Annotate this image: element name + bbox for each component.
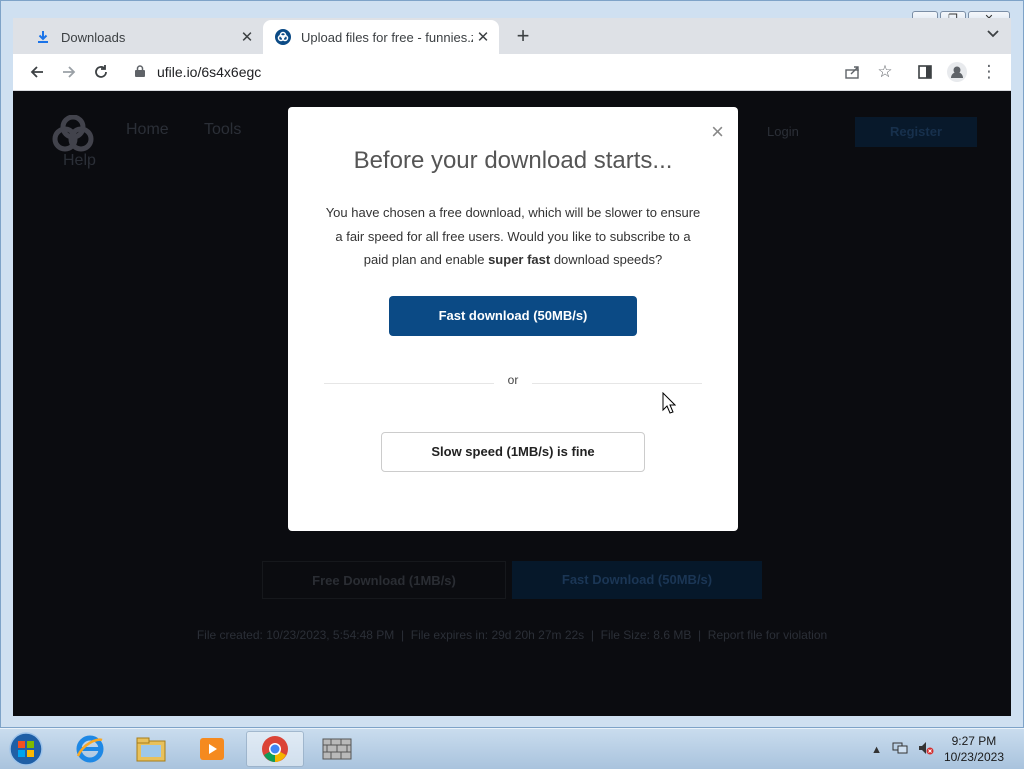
nav-tools[interactable]: Tools <box>204 121 241 139</box>
share-icon[interactable] <box>841 60 865 84</box>
fast-download-button[interactable]: Fast Download (50MB/s) <box>512 561 762 599</box>
free-download-button[interactable]: Free Download (1MB/s) <box>262 561 506 599</box>
network-icon[interactable] <box>892 741 908 758</box>
tab-downloads[interactable]: Downloads ✕ <box>23 20 263 54</box>
slow-download-button[interactable]: Slow speed (1MB/s) is fine <box>381 432 645 472</box>
or-separator: or <box>507 373 519 387</box>
web-page: Home Tools Help Login Register Free Down… <box>13 91 1011 716</box>
fast-download-modal-button[interactable]: Fast download (50MB/s) <box>389 296 637 336</box>
tab-search-chevron-icon[interactable] <box>987 26 999 41</box>
address-bar[interactable]: ufile.io/6s4x6egc <box>125 58 875 86</box>
bookmark-star-icon[interactable]: ☆ <box>873 60 897 84</box>
internet-explorer-icon[interactable] <box>61 731 119 767</box>
tab-label: Downloads <box>61 29 126 45</box>
firewall-app-icon[interactable] <box>308 731 366 767</box>
forward-arrow-icon[interactable] <box>57 60 81 84</box>
reload-icon[interactable] <box>89 60 113 84</box>
download-modal: × Before your download starts... You hav… <box>288 107 738 531</box>
system-tray: ▲ <box>871 741 934 758</box>
register-button[interactable]: Register <box>855 117 977 147</box>
lock-icon <box>135 64 145 80</box>
show-hidden-icons-icon[interactable]: ▲ <box>871 744 882 756</box>
media-player-icon[interactable] <box>183 731 241 767</box>
tab-label: Upload files for free - funnies.zip - uf… <box>301 29 473 45</box>
volume-muted-icon[interactable] <box>918 741 934 758</box>
tab-ufile[interactable]: Upload files for free - funnies.zip - uf… <box>263 20 499 54</box>
mouse-cursor-icon <box>662 391 677 419</box>
side-panel-icon[interactable] <box>913 60 937 84</box>
taskbar: ▲ 9:27 PM 10/23/2023 <box>0 728 1024 769</box>
tab-close-icon[interactable]: ✕ <box>473 28 493 46</box>
start-button[interactable] <box>0 731 52 767</box>
nav-home[interactable]: Home <box>126 121 169 139</box>
ufile-logo-icon <box>275 29 291 45</box>
clock-date: 10/23/2023 <box>943 750 1004 764</box>
menu-kebab-icon[interactable]: ⋮ <box>977 60 1001 84</box>
download-icon <box>35 29 51 45</box>
clock[interactable]: 9:27 PM 10/23/2023 <box>944 733 1004 765</box>
modal-description: You have chosen a free download, which w… <box>325 205 701 267</box>
modal-title: Before your download starts... <box>353 147 673 174</box>
browser-toolbar: ufile.io/6s4x6egc ☆ ⋮ <box>13 54 1011 91</box>
chrome-icon[interactable] <box>246 731 304 767</box>
nav-help[interactable]: Help <box>63 152 96 170</box>
file-info: File created: 10/23/2023, 5:54:48 PM | F… <box>196 628 828 642</box>
divider <box>532 383 702 384</box>
browser-window: — ❐ ✕ Downloads ✕ Upload files for free … <box>0 0 1024 728</box>
back-arrow-icon[interactable] <box>25 60 49 84</box>
new-tab-button[interactable]: + <box>511 24 535 48</box>
tab-close-icon[interactable]: ✕ <box>237 28 257 46</box>
clock-time: 9:27 PM <box>951 734 997 748</box>
tab-strip: Downloads ✕ Upload files for free - funn… <box>13 18 1011 54</box>
url-text: ufile.io/6s4x6egc <box>157 64 262 80</box>
nav-login[interactable]: Login <box>767 124 799 139</box>
file-explorer-icon[interactable] <box>122 731 180 767</box>
close-icon[interactable]: × <box>711 119 724 145</box>
profile-avatar-icon[interactable] <box>945 60 969 84</box>
